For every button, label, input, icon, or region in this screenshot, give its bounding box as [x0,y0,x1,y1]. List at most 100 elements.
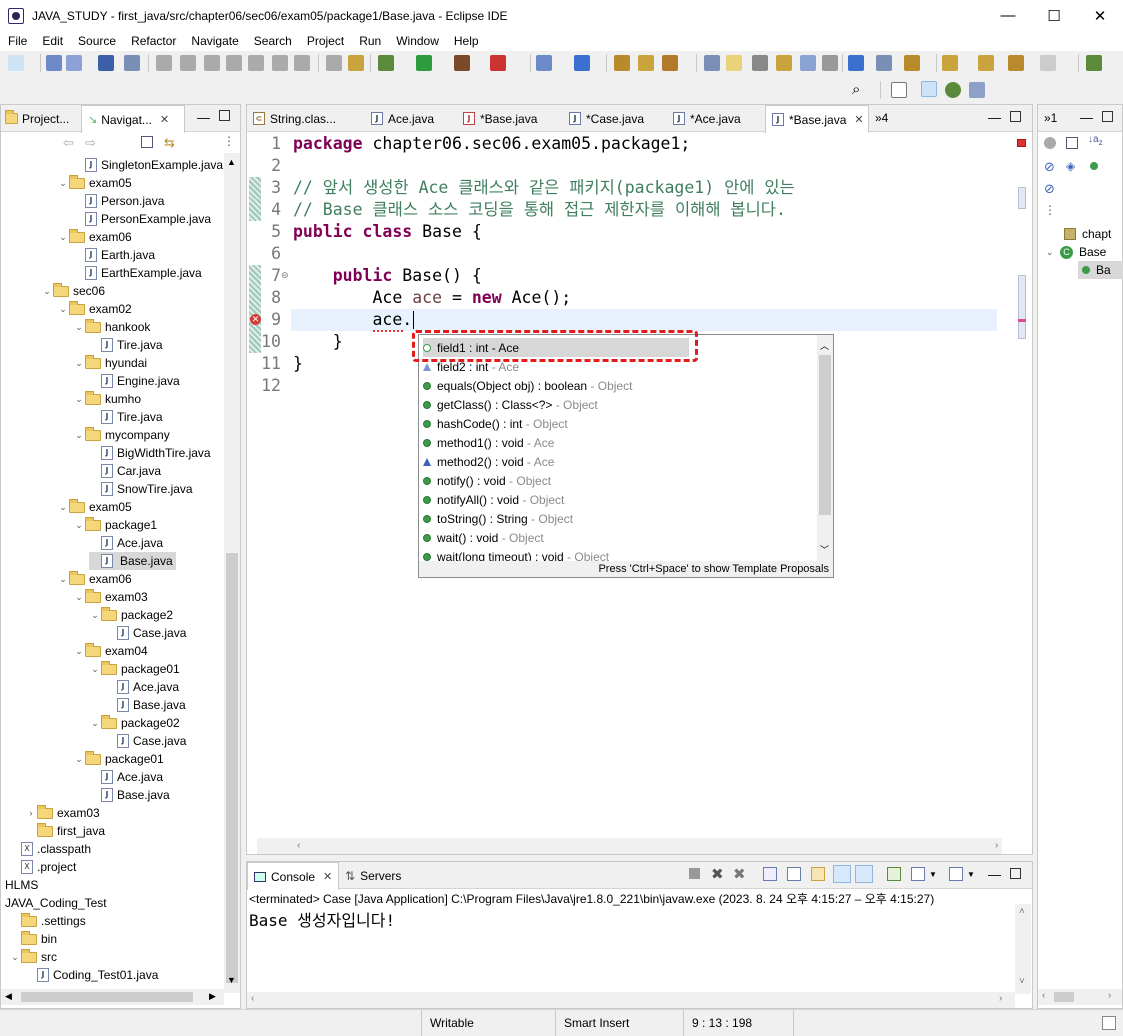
tree-file[interactable]: J Case.java [105,624,186,642]
chevron-down-icon[interactable]: ⌄ [57,304,69,315]
scroll-down-icon[interactable]: ﹀ [820,543,829,556]
popup-vscrollbar[interactable]: ︿ ﹀ [817,335,833,561]
disconnect-icon[interactable] [226,55,242,71]
code-line[interactable]: } [293,353,303,375]
collapse-all-icon[interactable] [1066,137,1078,149]
completion-item[interactable]: method1() : void - Ace [423,433,554,452]
completion-item[interactable]: notify() : void - Object [423,471,551,490]
word-wrap-icon[interactable] [811,867,825,881]
show-stdout-icon[interactable] [833,865,851,883]
hide-local-types-icon[interactable]: ⊘ [1044,181,1055,197]
code-line[interactable]: public Base() { [293,265,482,287]
use-step-filters-icon[interactable] [348,55,364,71]
word-wrap-tool-icon[interactable] [752,55,768,71]
chevron-right-icon[interactable]: › [25,808,37,818]
step-return-icon[interactable] [294,55,310,71]
maximize-button[interactable]: ☐ [1031,0,1077,31]
tree-file[interactable]: J Base.java [89,786,170,804]
maximize-icon[interactable] [1010,868,1021,879]
menu-search[interactable]: Search [246,34,299,48]
debug-icon[interactable] [378,55,394,71]
menu-help[interactable]: Help [446,34,486,48]
tab-ace-java[interactable]: J Ace.java [371,105,434,132]
outline-hscrollbar[interactable]: ‹ › [1038,989,1122,1005]
new-class-icon[interactable] [574,55,590,71]
minimize-icon[interactable]: — [988,110,1001,125]
tree-file[interactable]: J Ace.java [89,534,163,552]
sort-icon[interactable]: ↓az [1088,134,1103,147]
toggle-block-icon[interactable] [776,55,792,71]
maximize-icon[interactable] [219,110,230,121]
forward-icon[interactable] [1040,55,1056,71]
chevron-down-icon[interactable]: ⌄ [41,286,53,297]
git-perspective-icon[interactable] [969,82,985,98]
chevron-down-icon[interactable]: ⌄ [9,952,21,963]
tree-folder[interactable]: first_java [25,822,105,840]
tree-file[interactable]: J Person.java [73,192,164,210]
tab-project-explorer[interactable]: Project... [5,105,69,132]
scroll-right-icon[interactable]: › [1108,990,1111,1001]
scroll-left-icon[interactable]: ‹ [297,840,300,851]
annotation-icon[interactable] [704,55,720,71]
tree-folder[interactable]: .settings [9,912,86,930]
navigator-hscrollbar[interactable]: ◀ ▶ [1,989,224,1005]
completion-item[interactable]: equals(Object obj) : boolean - Object [423,376,632,395]
chevron-down-icon[interactable]: ⌄ [57,502,69,513]
tree-folder[interactable]: ⌄ package01 [73,750,164,768]
code-line[interactable]: } [293,331,343,353]
code-line[interactable]: public class Base { [293,221,482,243]
open-type-icon[interactable] [614,55,630,71]
close-icon[interactable]: ✕ [160,113,169,126]
menu-window[interactable]: Window [388,34,446,48]
step-into-icon[interactable] [248,55,264,71]
menu-file[interactable]: File [0,34,34,48]
tree-file[interactable]: J Coding_Test01.java [25,966,158,984]
scroll-down-icon[interactable]: ▼ [227,975,236,985]
tab-base-java-active[interactable]: J *Base.java ✕ [765,105,869,133]
tab-base-java-error[interactable]: J *Base.java [463,105,537,132]
skip-breakpoints-icon[interactable] [124,55,140,71]
minimize-icon[interactable]: — [988,867,1001,882]
close-icon[interactable]: ✕ [854,113,863,126]
view-menu-icon[interactable]: ⋮ [223,134,235,148]
navigator-vscrollbar[interactable]: ▲ ▼ [224,153,240,993]
back-icon[interactable]: ⇦ [63,135,74,151]
hide-fields-icon[interactable]: ⊘ [1044,159,1055,175]
focus-icon[interactable] [1044,137,1056,149]
tree-folder[interactable]: ⌄ hyundai [73,354,147,372]
tree-folder[interactable]: ⌄ kumho [73,390,141,408]
scroll-up-icon[interactable]: ˄ [1019,906,1025,917]
tree-file[interactable]: J Case.java [105,732,186,750]
tab-navigator[interactable]: ↘ Navigat... ✕ [81,105,185,133]
tree-folder[interactable]: ⌄ sec06 [41,282,105,300]
completion-item[interactable]: getClass() : Class<?> - Object [423,395,598,414]
chevron-down-icon[interactable]: ⌄ [1046,247,1058,258]
console-vscrollbar[interactable]: ˄ ˅ [1015,904,1031,994]
fold-toggle-icon[interactable]: ⊖ [281,270,289,281]
tab-case-java[interactable]: J *Case.java [569,105,644,132]
open-console-icon[interactable] [949,867,963,881]
code-line[interactable]: // 앞서 생성한 Ace 클래스와 같은 패키지(package1) 안에 있… [293,177,795,199]
clear-console-icon[interactable] [763,867,777,881]
tree-file[interactable]: J SingletonExample.java [73,156,223,174]
tree-file[interactable]: HLMS [5,876,38,894]
tree-folder[interactable]: ⌄ package02 [89,714,180,732]
scroll-left-icon[interactable]: ‹ [1042,990,1045,1001]
chevron-down-icon[interactable]: ⌄ [89,610,101,621]
hide-nonpublic-icon[interactable] [1090,162,1098,170]
scroll-right-icon[interactable]: › [999,993,1002,1004]
tab-string-class[interactable]: ⊂ String.clas... [253,105,336,132]
tree-file[interactable]: J Ace.java [105,678,179,696]
scroll-up-icon[interactable]: ▲ [227,157,236,167]
tree-file[interactable]: J Car.java [89,462,161,480]
completion-item[interactable]: toString() : String - Object [423,509,573,528]
terminal-icon[interactable] [98,55,114,71]
code-line[interactable]: // Base 클래스 소스 코딩을 통해 접근 제한자를 이해해 봅니다. [293,199,786,221]
external-tools-icon[interactable] [490,55,506,71]
maximize-icon[interactable] [1010,111,1021,122]
last-edit-icon[interactable] [942,55,958,71]
outline-item-package[interactable]: chapt [1064,225,1111,243]
editor-hscrollbar[interactable]: ‹ › [257,838,1002,854]
chevron-down-icon[interactable]: ⌄ [73,754,85,765]
tree-file[interactable]: X .classpath [9,840,91,858]
